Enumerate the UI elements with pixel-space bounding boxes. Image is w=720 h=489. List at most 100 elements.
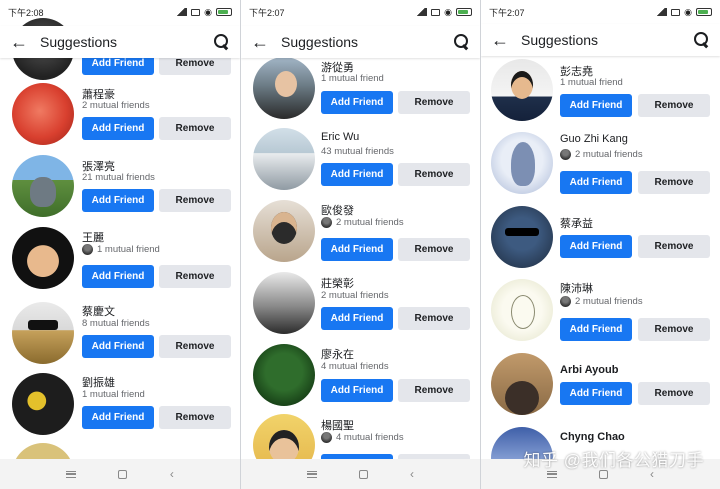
app-bar: ← Suggestions [0, 26, 240, 58]
remove-button[interactable]: Remove [638, 235, 710, 258]
remove-button[interactable]: Remove [638, 94, 710, 117]
back-arrow-icon[interactable]: ← [10, 32, 36, 53]
avatar[interactable] [253, 128, 315, 190]
avatar[interactable] [491, 59, 553, 121]
status-time: 下午2:08 [8, 7, 44, 18]
suggestion-list: Add Friend Remove 蕭程豪 2 mutual friends A… [0, 0, 240, 489]
mutual-friend-avatar-icon [321, 432, 332, 443]
add-friend-button[interactable]: Add Friend [82, 406, 154, 429]
notification-icon [671, 8, 681, 16]
mutual-friend-avatar-icon [321, 217, 332, 228]
mutual-friend-avatar-icon [560, 296, 571, 307]
remove-button[interactable]: Remove [159, 117, 231, 140]
avatar[interactable] [12, 302, 74, 364]
avatar[interactable] [12, 83, 74, 145]
avatar[interactable] [253, 344, 315, 406]
person-name[interactable]: 蔡慶文 [82, 303, 115, 319]
mutual-friends-count: 2 mutual friends [560, 149, 643, 160]
remove-button[interactable]: Remove [398, 91, 470, 114]
remove-button[interactable]: Remove [159, 335, 231, 358]
add-friend-button[interactable]: Add Friend [82, 265, 154, 288]
person-name[interactable]: 陳沛琳 [560, 280, 593, 296]
mutual-text: 2 mutual friends [336, 217, 404, 228]
mutual-text: 2 mutual friends [82, 100, 150, 111]
avatar[interactable] [12, 155, 74, 217]
mutual-text: 4 mutual friends [336, 432, 404, 443]
home-icon[interactable] [118, 469, 128, 479]
remove-button[interactable]: Remove [638, 382, 710, 405]
add-friend-button[interactable]: Add Friend [560, 94, 632, 117]
mutual-friends-count: 8 mutual friends [82, 318, 150, 329]
person-name[interactable]: 歐俊發 [321, 202, 354, 218]
add-friend-button[interactable]: Add Friend [321, 163, 393, 186]
avatar[interactable] [253, 272, 315, 334]
add-friend-button[interactable]: Add Friend [321, 379, 393, 402]
recents-icon[interactable] [307, 470, 317, 478]
suggestion-row: 蔡承益 Add Friend Remove [481, 206, 720, 276]
avatar[interactable] [12, 373, 74, 435]
signal-icon [655, 8, 668, 16]
person-name[interactable]: Arbi Ayoub [560, 364, 618, 376]
system-nav-bar: ‹ [0, 459, 240, 489]
add-friend-button[interactable]: Add Friend [560, 171, 632, 194]
avatar[interactable] [12, 227, 74, 289]
battery-icon [456, 8, 472, 16]
screen-middle: 游從勇 1 mutual friend Add Friend Remove Er… [241, 0, 480, 489]
person-name[interactable]: 莊榮彰 [321, 275, 354, 291]
person-name[interactable]: 楊國聖 [321, 417, 354, 433]
suggestion-row: Arbi Ayoub Add Friend Remove [481, 353, 720, 423]
back-arrow-icon[interactable]: ← [251, 32, 277, 53]
recents-icon[interactable] [66, 470, 77, 478]
person-name[interactable]: 廖永在 [321, 346, 354, 362]
person-name[interactable]: Eric Wu [321, 131, 359, 143]
mutual-friends-count: 2 mutual friends [560, 296, 643, 307]
avatar[interactable] [253, 200, 315, 262]
remove-button[interactable]: Remove [398, 307, 470, 330]
search-icon[interactable] [214, 34, 230, 50]
remove-button[interactable]: Remove [638, 318, 710, 341]
remove-button[interactable]: Remove [638, 171, 710, 194]
add-friend-button[interactable]: Add Friend [560, 318, 632, 341]
avatar[interactable] [491, 279, 553, 341]
person-name[interactable]: 王麗 [82, 229, 104, 245]
add-friend-button[interactable]: Add Friend [321, 91, 393, 114]
add-friend-button[interactable]: Add Friend [82, 117, 154, 140]
mutual-text: 1 mutual friend [560, 77, 623, 88]
person-name[interactable]: 劉振雄 [82, 374, 115, 390]
suggestion-row: 蕭程豪 2 mutual friends Add Friend Remove [0, 83, 240, 153]
add-friend-button[interactable]: Add Friend [560, 382, 632, 405]
suggestion-list: 游從勇 1 mutual friend Add Friend Remove Er… [241, 0, 480, 477]
add-friend-button[interactable]: Add Friend [560, 235, 632, 258]
nav-back-icon[interactable]: ‹ [410, 467, 414, 481]
status-bar: 下午2:08 ◉ [0, 0, 240, 24]
search-icon[interactable] [694, 32, 710, 48]
remove-button[interactable]: Remove [398, 238, 470, 261]
nav-back-icon[interactable]: ‹ [170, 467, 174, 481]
add-friend-button[interactable]: Add Friend [82, 335, 154, 358]
avatar[interactable] [491, 206, 553, 268]
search-icon[interactable] [454, 34, 470, 50]
person-name[interactable]: 蔡承益 [560, 215, 593, 231]
suggestion-row: 王麗 1 mutual friend Add Friend Remove [0, 227, 240, 297]
person-name[interactable]: Chyng Chao [560, 431, 625, 443]
remove-button[interactable]: Remove [159, 406, 231, 429]
remove-button[interactable]: Remove [159, 189, 231, 212]
add-friend-button[interactable]: Add Friend [82, 189, 154, 212]
suggestion-row: 歐俊發 2 mutual friends Add Friend Remove [241, 200, 480, 270]
mutual-friends-count: 1 mutual friend [321, 73, 384, 84]
mutual-friends-count: 1 mutual friend [82, 244, 160, 255]
recents-icon[interactable] [547, 470, 557, 478]
status-icons: ◉ [655, 7, 712, 18]
home-icon[interactable] [359, 469, 368, 479]
add-friend-button[interactable]: Add Friend [321, 238, 393, 261]
remove-button[interactable]: Remove [398, 379, 470, 402]
avatar[interactable] [491, 353, 553, 415]
notification-icon [431, 8, 441, 16]
add-friend-button[interactable]: Add Friend [321, 307, 393, 330]
person-name[interactable]: Guo Zhi Kang [560, 133, 628, 145]
avatar[interactable] [253, 57, 315, 119]
avatar[interactable] [491, 132, 553, 194]
back-arrow-icon[interactable]: ← [491, 30, 517, 51]
remove-button[interactable]: Remove [398, 163, 470, 186]
remove-button[interactable]: Remove [159, 265, 231, 288]
